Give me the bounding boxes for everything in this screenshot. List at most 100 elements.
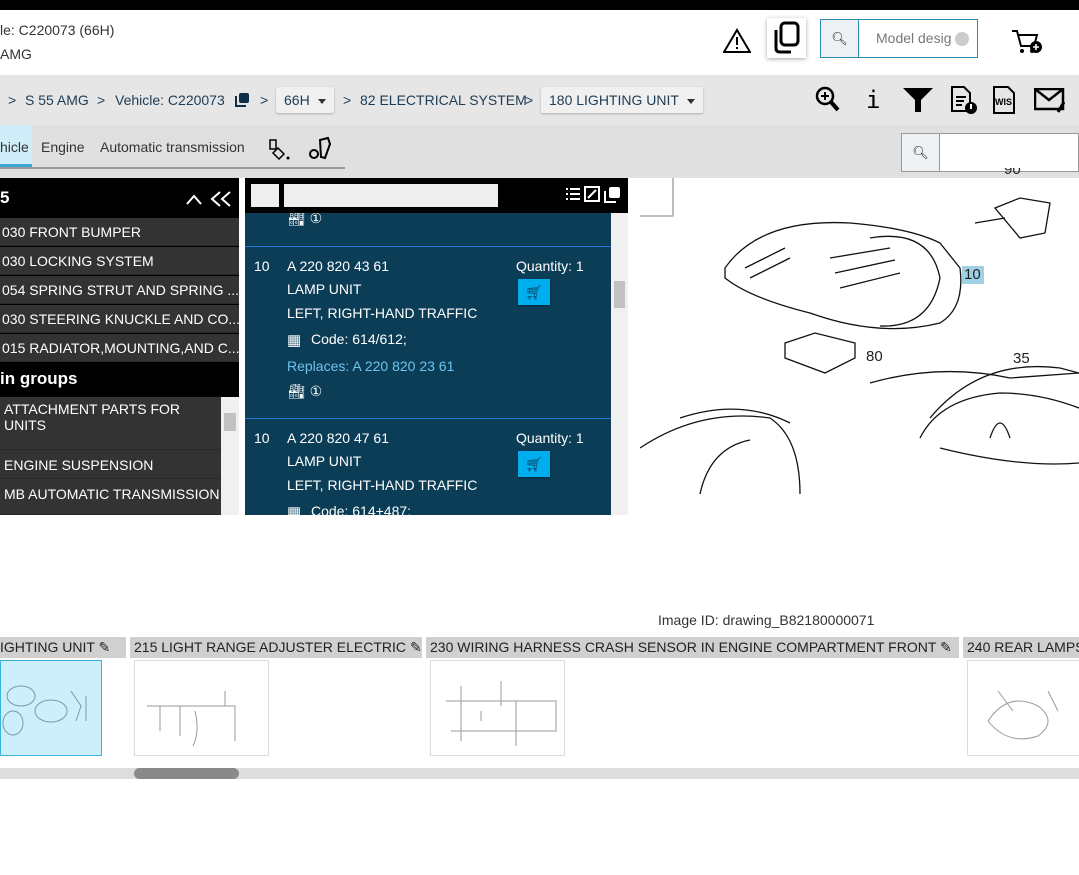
paint-bucket-icon[interactable] (268, 136, 294, 162)
scrollbar-thumb[interactable] (614, 281, 625, 308)
callout-10[interactable]: 10 (964, 266, 981, 283)
thumbnail-title: IGHTING UNIT (0, 639, 95, 655)
email-edit-icon[interactable] (1034, 88, 1068, 114)
group-item[interactable]: MB AUTOMATIC TRANSMISSION (0, 479, 221, 515)
parts-search[interactable]: 🔍︎ (901, 133, 1079, 172)
factory-info-icons[interactable]: 🏭︎ ① (288, 383, 322, 400)
thumbnail[interactable] (967, 660, 1079, 756)
recent-item[interactable]: 030 LOCKING SYSTEM (0, 247, 239, 275)
recent-item[interactable]: 030 STEERING KNUCKLE AND CO... (0, 305, 239, 333)
wis-icon[interactable]: WIS (992, 85, 1018, 115)
recent-item[interactable]: 030 FRONT BUMPER (0, 218, 239, 246)
document-alert-icon[interactable] (950, 85, 978, 115)
part-description: LEFT, RIGHT-HAND TRAFFIC (287, 305, 478, 321)
thumbnail[interactable] (430, 660, 565, 756)
tab-bar: hicle Engine Automatic transmission 🔍︎ (0, 125, 1079, 178)
group-item[interactable]: ENGINE SUSPENSION (0, 450, 221, 479)
edit-icon[interactable]: ✎ (940, 639, 952, 655)
edit-icon[interactable]: ✎ (410, 639, 422, 655)
caret-down-icon (317, 98, 326, 104)
recent-item[interactable]: 054 SPRING STRUT AND SPRING ... (0, 276, 239, 304)
tab-underline (0, 167, 345, 169)
part-row[interactable]: 10 A 220 820 47 61 LAMP UNIT LEFT, RIGHT… (245, 420, 611, 515)
expand-icon[interactable] (584, 186, 600, 202)
recent-title: 5 (0, 188, 10, 207)
collapse-icons (186, 191, 231, 207)
add-to-cart-button[interactable]: 🛒︎ (518, 279, 550, 305)
part-position: 10 (254, 430, 270, 446)
tab-vehicle[interactable]: hicle (0, 125, 32, 167)
thumbnail-label[interactable]: IGHTING UNIT ✎ (0, 637, 126, 658)
part-row[interactable]: 10 A 220 820 43 61 LAMP UNIT LEFT, RIGHT… (245, 246, 611, 419)
groups-title: in groups (0, 369, 78, 388)
list-icon[interactable] (566, 188, 580, 200)
breadcrumb-vehicle[interactable]: Vehicle: C220073 (115, 92, 225, 108)
left-panel: 5 030 FRONT BUMPER 030 LOCKING SYSTEM 05… (0, 178, 239, 515)
chevron-up-icon[interactable] (186, 194, 202, 205)
window-top-bar (0, 0, 1079, 10)
subgroup-label: 180 LIGHTING UNIT (549, 92, 679, 108)
part-replaces[interactable]: Replaces: A 220 820 23 61 (287, 358, 454, 374)
thumbnail[interactable] (134, 660, 269, 756)
thumbnail-scrollbar[interactable] (0, 768, 1079, 779)
breadcrumb-separator: > (260, 92, 269, 108)
callout-35[interactable]: 35 (1013, 350, 1030, 367)
scrollbar-thumb[interactable] (134, 768, 239, 779)
callout-80[interactable]: 80 (866, 348, 883, 365)
variant-label: 66H (284, 92, 310, 108)
thumbnail-selected[interactable] (0, 660, 102, 756)
warning-icon[interactable] (723, 28, 751, 54)
callout-90[interactable]: 90 (1004, 168, 1021, 180)
tab-engine[interactable]: Engine (41, 125, 85, 167)
add-to-cart-button[interactable]: 🛒︎ (518, 451, 550, 477)
double-chevron-left-icon[interactable] (210, 191, 231, 207)
model-search[interactable]: 🔍︎ Model desig (820, 19, 978, 58)
thumbnail-label[interactable]: 230 WIRING HARNESS CRASH SENSOR IN ENGIN… (426, 637, 959, 658)
edit-icon[interactable]: ✎ (99, 639, 111, 655)
part-number[interactable]: A 220 820 43 61 (287, 258, 389, 274)
cart-icon: 🛒︎ (525, 455, 543, 472)
cart-icon: 🛒︎ (525, 283, 543, 300)
bolt-nut-icon[interactable] (308, 136, 334, 162)
tab-automatic-transmission[interactable]: Automatic transmission (100, 125, 245, 167)
parts-scrollbar[interactable] (611, 213, 628, 515)
header: le: C220073 (66H) AMG 🔍︎ Model desig (0, 10, 1079, 75)
part-code: Code: 614+487; (311, 503, 412, 515)
breadcrumb-separator: > (525, 92, 534, 108)
copy-vin-icon[interactable] (234, 92, 250, 108)
group-item[interactable]: ATTACHMENT PARTS FOR UNITS (0, 397, 221, 450)
filter-input[interactable] (284, 184, 498, 207)
toolbar-icons (566, 186, 620, 203)
clear-icon[interactable] (955, 32, 969, 46)
breadcrumb-separator: > (343, 92, 352, 108)
subgroup-dropdown[interactable]: 180 LIGHTING UNIT (541, 87, 703, 113)
copy-icon (774, 21, 800, 54)
image-id: Image ID: drawing_B82180000071 (658, 612, 875, 628)
scrollbar-thumb[interactable] (224, 413, 236, 431)
search-icon[interactable]: 🔍︎ (821, 20, 859, 57)
add-to-cart-icon[interactable] (1010, 28, 1044, 56)
copy-button[interactable] (767, 18, 806, 58)
variant-dropdown[interactable]: 66H (276, 87, 334, 113)
part-quantity: Quantity: 1 (516, 258, 584, 274)
part-number[interactable]: A 220 820 47 61 (287, 430, 389, 446)
headlamp-part-10[interactable] (724, 221, 962, 330)
thumbnail-title: 230 WIRING HARNESS CRASH SENSOR IN ENGIN… (430, 639, 937, 655)
thumbnail-label[interactable]: 240 REAR LAMPS (963, 637, 1079, 658)
info-icon[interactable]: i (866, 86, 880, 114)
vehicle-line: le: C220073 (66H) (0, 22, 115, 38)
thumbnail-label[interactable]: 215 LIGHT RANGE ADJUSTER ELECTRIC ✎ (130, 637, 422, 658)
exploded-drawing[interactable] (640, 178, 1079, 494)
breadcrumb-group[interactable]: 82 ELECTRICAL SYSTEM (360, 92, 527, 108)
select-all-box[interactable] (251, 184, 279, 207)
model-search-input[interactable]: Model desig (876, 30, 952, 46)
groups-scrollbar[interactable] (221, 397, 239, 515)
breadcrumb-model[interactable]: S 55 AMG (25, 92, 89, 108)
part-quantity: Quantity: 1 (516, 430, 584, 446)
filter-icon[interactable] (903, 88, 933, 112)
popout-icon[interactable] (604, 187, 620, 203)
recent-item[interactable]: 015 RADIATOR,MOUNTING,AND C... (0, 334, 239, 362)
table-icon: ▦ (287, 332, 302, 349)
search-icon[interactable]: 🔍︎ (902, 134, 940, 171)
zoom-in-icon[interactable] (815, 86, 841, 114)
